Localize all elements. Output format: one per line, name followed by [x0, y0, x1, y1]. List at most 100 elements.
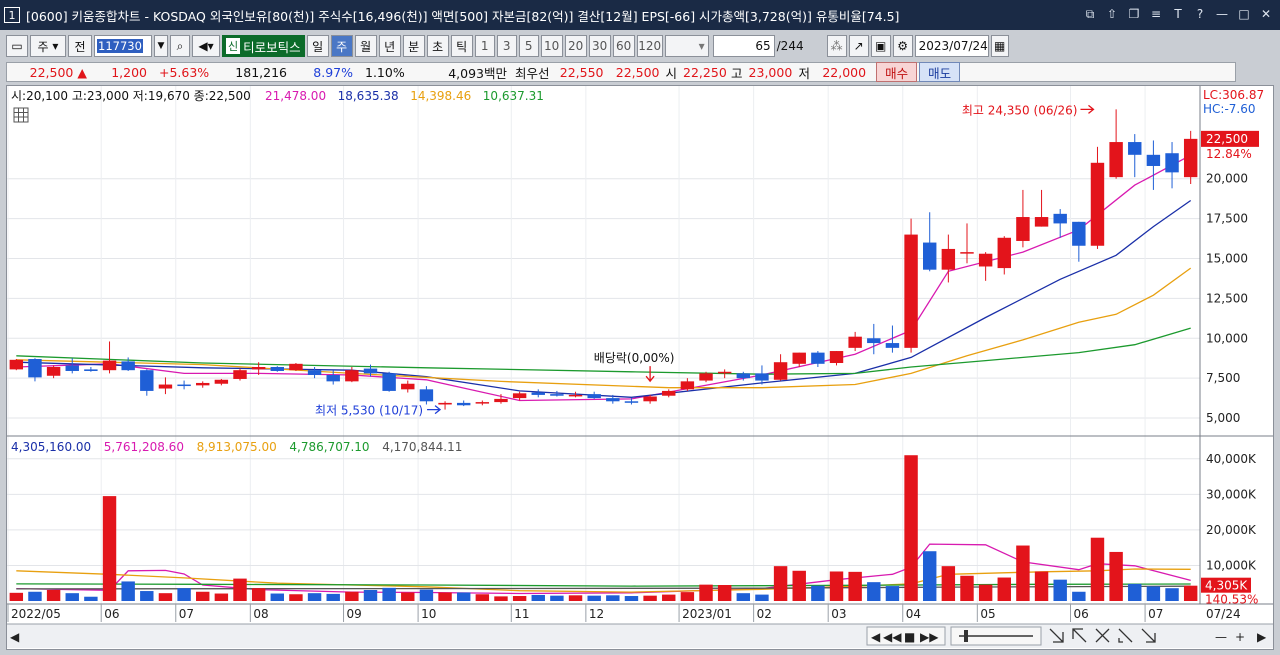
- volume-bar[interactable]: [289, 594, 303, 601]
- minimize-icon[interactable]: —: [1214, 6, 1230, 22]
- candle-body[interactable]: [755, 373, 769, 381]
- interval-5[interactable]: 5: [518, 35, 539, 57]
- volume-bar[interactable]: [1072, 591, 1086, 601]
- volume-bar[interactable]: [9, 592, 24, 601]
- grid-toggle-icon[interactable]: [13, 107, 29, 123]
- candle-body[interactable]: [885, 343, 900, 348]
- tab-week[interactable]: 주: [330, 35, 353, 57]
- candle-body[interactable]: [867, 338, 881, 344]
- candle-body[interactable]: [848, 336, 862, 348]
- draw-tool-icon[interactable]: ↗: [848, 35, 869, 57]
- candle-body[interactable]: [643, 396, 657, 402]
- candle-body[interactable]: [624, 401, 639, 403]
- candle-body[interactable]: [717, 371, 732, 374]
- volume-bar[interactable]: [680, 592, 695, 601]
- tab-minute[interactable]: 분: [402, 35, 425, 57]
- volume-bar[interactable]: [438, 592, 452, 601]
- volume-bar[interactable]: [1183, 585, 1198, 601]
- interval-3[interactable]: 3: [496, 35, 517, 57]
- volume-bar[interactable]: [419, 589, 434, 601]
- interval-1[interactable]: 1: [474, 35, 495, 57]
- zoom-slider-thumb[interactable]: [964, 630, 968, 642]
- candle-body[interactable]: [1016, 217, 1030, 241]
- volume-bar[interactable]: [662, 594, 676, 601]
- candle-body[interactable]: [9, 359, 24, 370]
- candle-body[interactable]: [233, 370, 247, 379]
- tab-day[interactable]: 일: [306, 35, 329, 57]
- volume-bar[interactable]: [960, 575, 974, 601]
- candle-body[interactable]: [736, 373, 751, 379]
- candle-body[interactable]: [102, 360, 117, 371]
- volume-bar[interactable]: [1090, 537, 1105, 601]
- volume-bar[interactable]: [102, 496, 117, 601]
- interval-10[interactable]: 10: [540, 35, 563, 57]
- volume-bar[interactable]: [1128, 583, 1142, 601]
- candle-body[interactable]: [121, 361, 135, 371]
- interval-120[interactable]: 120: [636, 35, 663, 57]
- candle-body[interactable]: [1090, 162, 1105, 246]
- gear-icon[interactable]: ⚙: [892, 35, 913, 57]
- candle-body[interactable]: [326, 374, 340, 382]
- close-icon[interactable]: ✕: [1258, 6, 1274, 22]
- volume-bar[interactable]: [867, 582, 881, 601]
- candle-body[interactable]: [214, 379, 229, 384]
- code-dropdown-icon[interactable]: ▼: [154, 35, 168, 57]
- volume-bar[interactable]: [140, 591, 154, 601]
- candle-body[interactable]: [363, 368, 378, 374]
- volume-bar[interactable]: [941, 566, 956, 601]
- volume-bar[interactable]: [382, 587, 396, 601]
- candle-body[interactable]: [941, 248, 956, 270]
- period-select[interactable]: 주 ▾: [30, 35, 66, 57]
- volume-bar[interactable]: [997, 577, 1011, 601]
- volume-bar[interactable]: [177, 588, 191, 601]
- volume-bar[interactable]: [475, 594, 490, 601]
- candle-body[interactable]: [1034, 217, 1049, 227]
- candle-body[interactable]: [251, 366, 266, 370]
- candle-body[interactable]: [680, 381, 695, 390]
- candle-body[interactable]: [587, 394, 601, 399]
- candle-body[interactable]: [475, 402, 490, 404]
- candle-body[interactable]: [792, 352, 806, 364]
- font-icon[interactable]: T: [1170, 6, 1186, 22]
- volume-bar[interactable]: [717, 585, 732, 601]
- volume-bar[interactable]: [1165, 588, 1179, 601]
- volume-bar[interactable]: [885, 586, 900, 601]
- volume-bar[interactable]: [345, 591, 359, 601]
- candle-body[interactable]: [158, 384, 173, 389]
- tab-month[interactable]: 월: [354, 35, 377, 57]
- interval-20[interactable]: 20: [564, 35, 587, 57]
- volume-bar[interactable]: [456, 592, 471, 601]
- volume-bar[interactable]: [624, 596, 639, 601]
- tab-second[interactable]: 초: [426, 35, 449, 57]
- prev-button[interactable]: 전: [68, 35, 92, 57]
- date-input[interactable]: 2023/07/24: [914, 35, 989, 57]
- candle-body[interactable]: [84, 369, 98, 371]
- volume-bar[interactable]: [158, 593, 173, 601]
- volume-bar[interactable]: [755, 594, 769, 601]
- volume-bar[interactable]: [121, 581, 135, 601]
- volume-bar[interactable]: [1034, 571, 1049, 601]
- volume-bar[interactable]: [28, 591, 42, 601]
- volume-bar[interactable]: [401, 592, 415, 601]
- candle-body[interactable]: [196, 382, 210, 386]
- candle-body[interactable]: [456, 402, 471, 406]
- candle-body[interactable]: [28, 359, 42, 378]
- candle-body[interactable]: [773, 362, 788, 380]
- volume-bar[interactable]: [923, 551, 937, 601]
- candle-body[interactable]: [512, 393, 527, 399]
- volume-bar[interactable]: [1146, 586, 1161, 601]
- candle-body[interactable]: [829, 351, 844, 364]
- sell-button[interactable]: 매도: [919, 62, 961, 82]
- candle-body[interactable]: [978, 253, 993, 267]
- candle-body[interactable]: [401, 383, 415, 390]
- display-count-input[interactable]: 65: [712, 35, 775, 57]
- volume-bar[interactable]: [904, 455, 918, 601]
- chart-area[interactable]: 20,000 17,500 15,000 12,500 10,000 7,500 5,000…: [6, 85, 1274, 650]
- volume-bar[interactable]: [270, 593, 284, 601]
- volume-bar[interactable]: [773, 566, 788, 601]
- sound-icon[interactable]: ◀▾: [192, 35, 220, 57]
- volume-bar[interactable]: [196, 591, 210, 601]
- volume-bar[interactable]: [736, 593, 751, 601]
- candle-body[interactable]: [662, 390, 676, 396]
- volume-bar[interactable]: [1016, 545, 1030, 601]
